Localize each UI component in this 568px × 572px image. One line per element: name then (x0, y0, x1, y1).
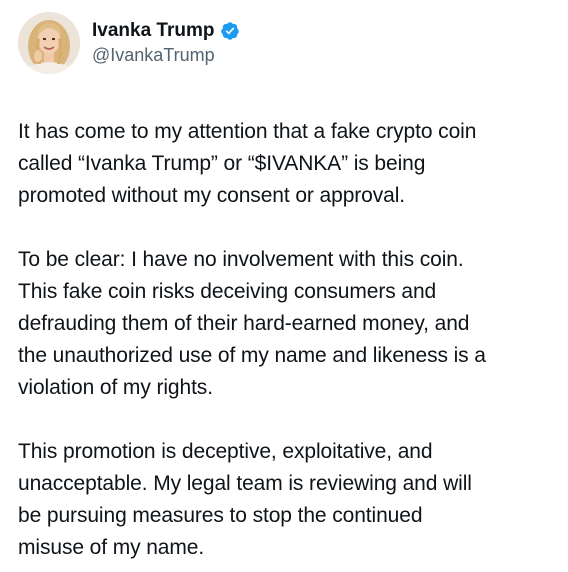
display-name[interactable]: Ivanka Trump (92, 19, 215, 43)
avatar[interactable] (18, 12, 80, 74)
tweet-paragraph-3: This promotion is deceptive, exploitativ… (18, 436, 550, 564)
author-names: Ivanka Trump @IvankaTrump (92, 19, 240, 67)
text-line: the unauthorized use of my name and like… (18, 344, 486, 367)
text-line: It has come to my attention that a fake … (18, 120, 477, 143)
tweet-paragraph-1: It has come to my attention that a fake … (18, 116, 550, 212)
verified-badge-icon (220, 21, 240, 41)
text-line: called “Ivanka Trump” or “$IVANKA” is be… (18, 152, 426, 175)
author-handle[interactable]: @IvankaTrump (92, 43, 240, 67)
text-line: violation of my rights. (18, 376, 213, 399)
tweet-header: Ivanka Trump @IvankaTrump (18, 10, 550, 76)
tweet-text: It has come to my attention that a fake … (18, 116, 550, 564)
tweet-card: Ivanka Trump @IvankaTrump It has come to… (0, 0, 568, 572)
text-line: This promotion is deceptive, exploitativ… (18, 440, 433, 463)
name-row: Ivanka Trump (92, 19, 240, 43)
avatar-image (18, 12, 80, 74)
text-line: promoted without my consent or approval. (18, 184, 406, 207)
text-line: This fake coin risks deceiving consumers… (18, 280, 437, 303)
text-line: be pursuing measures to stop the continu… (18, 504, 423, 527)
text-line: misuse of my name. (18, 536, 205, 559)
text-line: To be clear: I have no involvement with … (18, 248, 464, 271)
text-line: defrauding them of their hard-earned mon… (18, 312, 470, 335)
text-line: unacceptable. My legal team is reviewing… (18, 472, 472, 495)
tweet-paragraph-2: To be clear: I have no involvement with … (18, 244, 550, 404)
